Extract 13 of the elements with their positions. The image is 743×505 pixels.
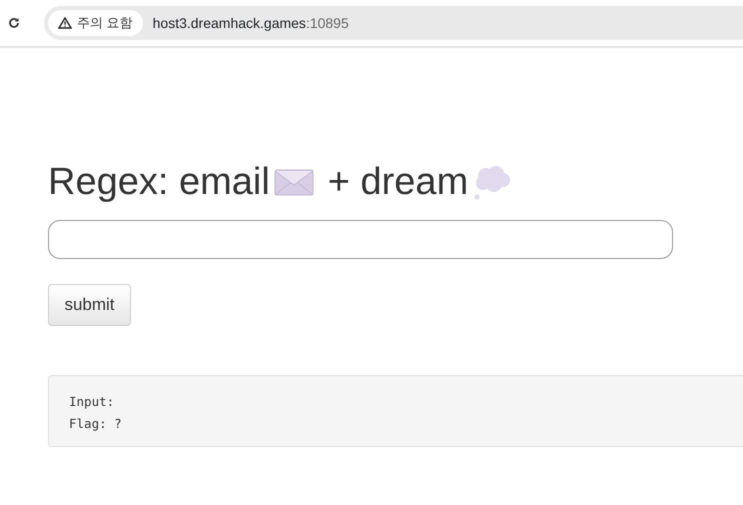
submit-button[interactable]: submit xyxy=(48,284,131,326)
output-line: Input: xyxy=(69,393,116,411)
address-bar[interactable]: 주의 요함 host3.dreamhack.games:10895 xyxy=(44,6,743,40)
security-chip[interactable]: 주의 요함 xyxy=(48,10,143,36)
input-field[interactable] xyxy=(48,220,673,259)
page-title: Regex: email xyxy=(48,160,270,204)
envelope-icon xyxy=(274,167,314,197)
warning-icon xyxy=(58,17,72,29)
output-line: Flag: ? xyxy=(69,415,123,433)
page-title: + dream xyxy=(328,160,468,204)
url-text: host3.dreamhack.games:10895 xyxy=(152,15,349,31)
thought-bubble-icon xyxy=(472,164,512,200)
reload-icon[interactable] xyxy=(8,17,20,29)
